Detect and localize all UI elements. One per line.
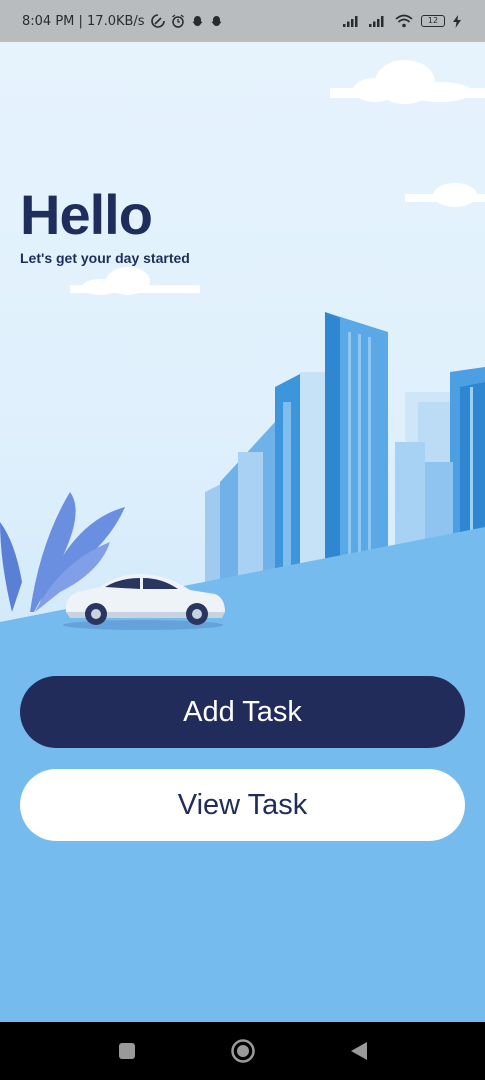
greeting-title: Hello <box>20 183 153 246</box>
battery-icon: 12 <box>421 15 445 27</box>
hero-background: Hello Let's get your day started Add Tas… <box>0 42 485 1022</box>
status-bar: 8:04 PM | 17.0KB/s 12 <box>0 0 485 42</box>
signal-icon <box>369 15 387 27</box>
cloud-illustration <box>330 60 485 104</box>
city-illustration <box>0 60 485 642</box>
battery-level: 12 <box>427 16 439 25</box>
back-icon[interactable] <box>344 1036 374 1066</box>
snapchat-icon <box>191 15 204 28</box>
status-right: 12 <box>343 14 461 28</box>
greeting-subtitle: Let's get your day started <box>20 250 190 266</box>
recent-apps-icon[interactable] <box>112 1036 142 1066</box>
view-task-button[interactable]: View Task <box>20 769 465 841</box>
status-time: 8:04 PM | 17.0KB/s <box>22 13 145 29</box>
add-task-button[interactable]: Add Task <box>20 676 465 748</box>
wifi-icon <box>395 14 413 28</box>
navigation-bar <box>0 1022 485 1080</box>
snapchat-icon <box>210 15 223 28</box>
app-screen: 8:04 PM | 17.0KB/s 12 Hello Let's get yo… <box>0 0 485 1080</box>
home-icon[interactable] <box>228 1036 258 1066</box>
signal-icon <box>343 15 361 27</box>
data-saver-icon <box>150 14 165 28</box>
charging-icon <box>453 14 461 28</box>
alarm-icon <box>171 14 185 28</box>
car-illustration <box>63 574 225 630</box>
status-left: 8:04 PM | 17.0KB/s <box>22 14 223 29</box>
